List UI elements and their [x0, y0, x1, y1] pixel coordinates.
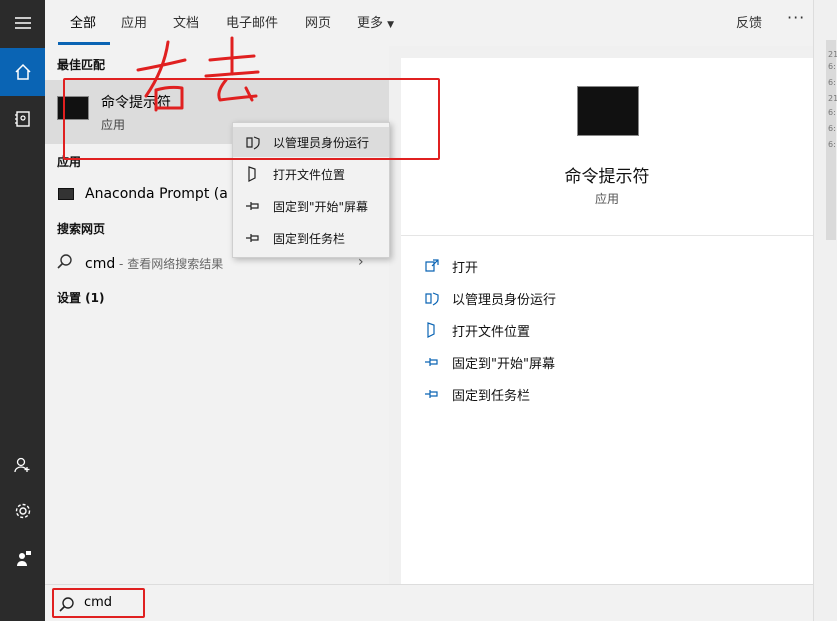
menu-item-label: 固定到"开始"屏幕 — [273, 199, 369, 214]
hamburger-icon — [14, 17, 31, 29]
tab-apps[interactable]: 应用 — [121, 12, 147, 31]
active-tab-underline — [58, 42, 110, 45]
edge-fragment: 21 — [828, 94, 837, 103]
left-rail — [0, 0, 45, 621]
gear-icon — [15, 503, 30, 519]
preview-divider — [401, 235, 813, 236]
app-item-anaconda-label: Anaconda Prompt (a — [85, 186, 228, 202]
tab-all[interactable]: 全部 — [70, 12, 96, 31]
preview-title: 命令提示符 — [564, 167, 650, 187]
home-button[interactable] — [0, 48, 45, 96]
tab-web[interactable]: 网页 — [305, 12, 331, 31]
notebook-icon — [14, 111, 30, 127]
edge-fragment: 21 — [828, 50, 837, 59]
tab-email[interactable]: 电子邮件 — [226, 12, 278, 31]
web-search-label: cmd - 查看网络搜索结果 — [85, 255, 223, 272]
action-label: 打开 — [452, 260, 479, 276]
terminal-icon — [58, 188, 74, 200]
action-open-file-location[interactable]: 打开文件位置 — [424, 320, 530, 340]
shield-icon — [425, 292, 439, 306]
chevron-down-icon: ▼ — [387, 20, 395, 30]
edge-fragment: 6: — [828, 62, 836, 71]
section-best-match: 最佳匹配 — [57, 58, 106, 72]
menu-item-label: 固定到任务栏 — [273, 231, 346, 246]
folder-icon — [248, 166, 256, 182]
web-search-desc: - 查看网络搜索结果 — [115, 257, 224, 271]
hamburger-menu-button[interactable] — [0, 0, 45, 46]
action-label: 打开文件位置 — [452, 324, 531, 340]
feedback-link[interactable]: 反馈 — [736, 12, 762, 31]
pin-icon — [246, 234, 259, 242]
tab-more[interactable]: 更多 ▼ — [357, 12, 394, 31]
menu-item-pin-to-taskbar[interactable]: 固定到任务栏 — [233, 223, 389, 253]
annotation-handwriting — [136, 36, 260, 112]
folder-icon — [427, 322, 435, 338]
edge-fragment: 6: — [828, 78, 836, 87]
menu-item-open-file-location[interactable]: 打开文件位置 — [233, 159, 389, 189]
pin-icon — [425, 390, 438, 398]
action-pin-to-start[interactable]: 固定到"开始"屏幕 — [424, 352, 555, 372]
action-label: 固定到"开始"屏幕 — [452, 356, 555, 372]
preview-subtitle: 应用 — [594, 192, 619, 206]
tab-documents[interactable]: 文档 — [173, 12, 199, 31]
pin-icon — [425, 358, 438, 366]
menu-item-label: 打开文件位置 — [273, 167, 346, 182]
command-prompt-large-icon — [577, 86, 639, 136]
action-label: 固定到任务栏 — [452, 388, 531, 404]
menu-item-pin-to-start[interactable]: 固定到"开始"屏幕 — [233, 191, 389, 221]
notebook-button[interactable] — [0, 96, 45, 142]
section-settings[interactable]: 设置 (1) — [57, 289, 105, 306]
search-icon — [57, 254, 72, 269]
add-user-icon — [13, 457, 29, 473]
edge-fragment: 6: — [828, 124, 836, 133]
edge-fragment: 6: — [828, 108, 836, 117]
web-search-query: cmd — [85, 256, 116, 272]
open-icon — [425, 259, 439, 272]
action-open[interactable]: 打开 — [424, 256, 478, 276]
action-pin-to-taskbar[interactable]: 固定到任务栏 — [424, 384, 530, 404]
more-options-button[interactable]: ··· — [787, 8, 805, 27]
annotation-search-box — [52, 588, 145, 618]
tab-more-label: 更多 — [357, 16, 384, 31]
account-button[interactable] — [0, 442, 45, 488]
pin-icon — [246, 202, 259, 210]
action-run-as-admin[interactable]: 以管理员身份运行 — [424, 288, 556, 308]
settings-button[interactable] — [0, 488, 45, 534]
action-label: 以管理员身份运行 — [452, 292, 557, 308]
home-icon — [14, 63, 31, 80]
feedback-hub-button[interactable] — [0, 536, 45, 582]
section-search-web: 搜索网页 — [57, 222, 106, 236]
person-feedback-icon — [16, 551, 31, 566]
edge-fragment: 6: — [828, 140, 836, 149]
